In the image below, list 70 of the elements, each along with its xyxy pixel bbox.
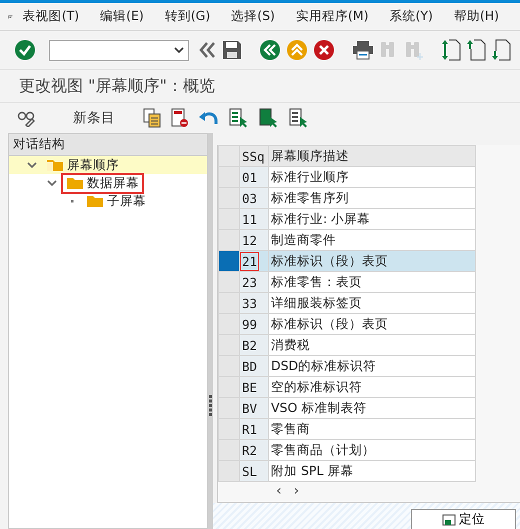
copy-icon[interactable] (143, 108, 161, 128)
menu-item[interactable]: 转到(G) (164, 8, 210, 25)
table-cell: 01 (240, 166, 268, 188)
table-cell[interactable]: 标准零售序列 (268, 188, 476, 208)
table-cell: R2 (240, 440, 268, 460)
table-cell[interactable]: 零售商品（计划） (268, 440, 476, 460)
undo-icon[interactable] (199, 110, 219, 126)
table-cell: 11 (240, 208, 268, 230)
menu-item[interactable]: 表视图(T) (22, 8, 80, 25)
table-cell[interactable]: 制造商零件 (268, 230, 476, 250)
check-icon[interactable] (14, 39, 36, 61)
screen-title: 更改视图 "屏幕顺序"：概览 (0, 70, 520, 103)
folder-icon (86, 194, 104, 208)
column-header[interactable]: SSq (240, 146, 268, 166)
table-cell: 33 (240, 292, 268, 314)
table-cell[interactable]: 标准行业: 小屏幕 (268, 208, 476, 230)
menu-item[interactable]: 实用程序(M) (296, 8, 368, 25)
glasses-icon[interactable] (17, 109, 37, 127)
tree-node[interactable]: 子屏幕 (107, 192, 146, 210)
table-cell[interactable]: 标准标识（段）表页 (268, 314, 476, 334)
tree-header: 对话结构 (9, 133, 208, 156)
table-cell[interactable]: 标准零售：表页 (268, 272, 476, 292)
delete-icon[interactable] (171, 108, 189, 128)
print-icon[interactable] (352, 40, 374, 60)
command-field[interactable] (49, 40, 189, 60)
folder-icon (66, 176, 84, 190)
scroll-arrow[interactable]: ‹ (276, 484, 282, 498)
table-cell[interactable]: 附加 SPL 屏幕 (268, 460, 476, 482)
caret-icon (174, 47, 184, 53)
select-icon[interactable] (229, 108, 249, 128)
table-cell: 23 (240, 272, 268, 292)
table-cell[interactable]: 消费税 (268, 334, 476, 356)
table-cell: 12 (240, 230, 268, 250)
table-cell: SL (240, 460, 268, 482)
position-icon (442, 514, 456, 526)
next-page-icon[interactable] (491, 39, 511, 61)
table-cell[interactable]: 零售商 (268, 418, 476, 440)
row-selector[interactable] (218, 250, 240, 272)
table-cell: B2 (240, 334, 268, 356)
first-page-icon[interactable] (441, 39, 461, 61)
table-cell: BD (240, 356, 268, 376)
table-cell: BE (240, 376, 268, 398)
table-cell[interactable]: DSD的标准标识符 (268, 356, 476, 376)
exit-icon[interactable] (286, 39, 308, 61)
deselect-icon[interactable] (289, 108, 309, 128)
column-header[interactable]: 屏幕顺序描述 (268, 146, 476, 166)
table-cell: BV (240, 398, 268, 418)
table-cell: 21 (240, 250, 268, 272)
table-cell: 99 (240, 314, 268, 334)
menu-item[interactable]: 编辑(E) (100, 8, 144, 25)
table-cell: 03 (240, 188, 268, 208)
menu-item[interactable]: 系统(Y) (389, 8, 433, 25)
table-cell[interactable]: 标准标识（段）表页 (268, 250, 476, 272)
splitter-grip-icon[interactable] (209, 395, 212, 417)
back-icon[interactable] (259, 39, 281, 61)
new-entries-button[interactable]: 新条目 (65, 107, 123, 129)
table-cell[interactable]: VSO 标准制表符 (268, 398, 476, 418)
menu-item[interactable]: 帮助(H) (454, 8, 499, 25)
cancel-icon[interactable] (313, 39, 335, 61)
menu-item[interactable]: 选择(S) (231, 8, 275, 25)
table-cell: R1 (240, 418, 268, 440)
table-cell[interactable]: 详细服装标签页 (268, 292, 476, 314)
position-button[interactable]: 定位 (411, 509, 516, 529)
scroll-arrow[interactable]: › (294, 484, 300, 498)
previous-page-icon[interactable] (466, 39, 486, 61)
table-cell[interactable]: 空的标准标识符 (268, 376, 476, 398)
table-cell[interactable]: 标准行业顺序 (268, 166, 476, 188)
save-icon[interactable] (222, 40, 242, 60)
select-icon[interactable] (259, 108, 279, 128)
double-chevron-icon[interactable] (197, 40, 217, 60)
